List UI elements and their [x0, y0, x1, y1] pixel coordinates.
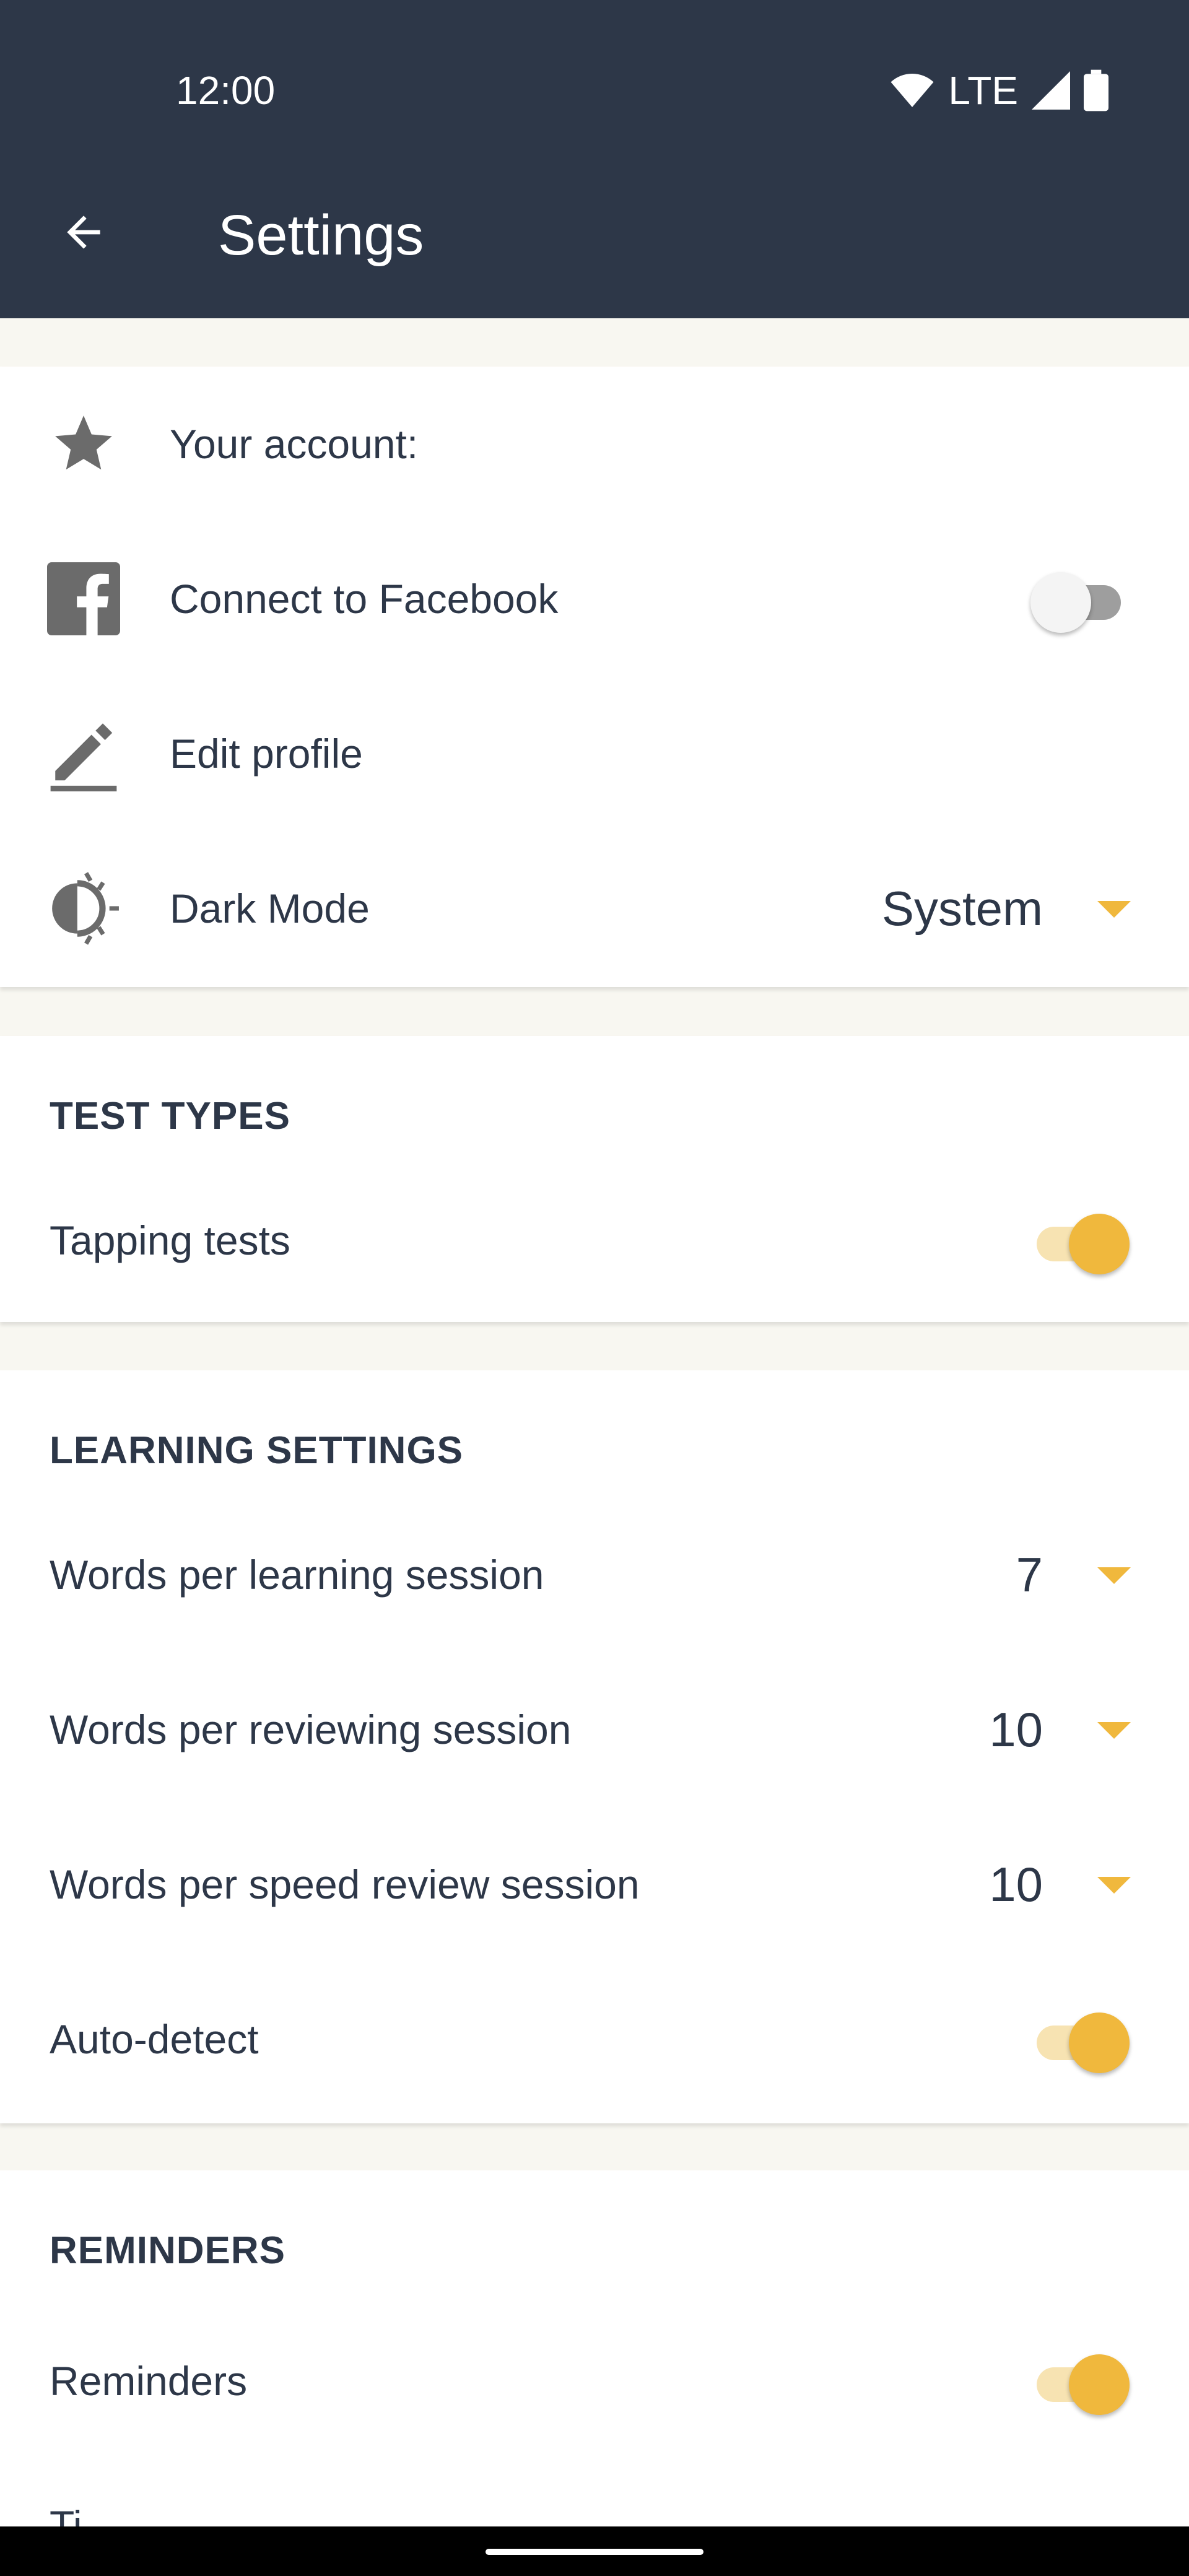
auto-detect-toggle[interactable]: [1030, 2008, 1135, 2073]
learning-settings-title: LEARNING SETTINGS: [50, 1429, 464, 1472]
account-card: Your account: Connect to Facebook Edit p…: [0, 367, 1189, 987]
tapping-tests-row[interactable]: Tapping tests: [0, 1203, 1189, 1277]
test-types-title: TEST TYPES: [50, 1095, 290, 1138]
battery-icon: [1084, 69, 1108, 111]
reminders-title: REMINDERS: [50, 2229, 286, 2272]
words-per-speed-review-label: Words per speed review session: [50, 1861, 640, 1907]
status-time: 12:00: [176, 68, 276, 113]
connect-facebook-row[interactable]: Connect to Facebook: [0, 559, 1189, 639]
app-header: 12:00 LTE Settings: [0, 0, 1189, 318]
back-arrow-icon: [67, 215, 100, 249]
reminders-row[interactable]: Reminders: [0, 2344, 1189, 2418]
edit-profile-label: Edit profile: [170, 731, 363, 777]
pencil-icon: [46, 716, 121, 791]
toggle-thumb: [1069, 2354, 1130, 2415]
words-per-reviewing-dropdown[interactable]: 10: [894, 1699, 1043, 1760]
words-per-learning-label: Words per learning session: [50, 1552, 544, 1598]
reminders-toggle[interactable]: [1030, 2350, 1135, 2415]
your-account-row: Your account:: [0, 404, 1189, 484]
words-per-learning-row[interactable]: Words per learning session 7: [0, 1538, 1189, 1612]
dropdown-caret-icon[interactable]: [1097, 1567, 1131, 1584]
back-button[interactable]: [50, 198, 118, 266]
auto-detect-row[interactable]: Auto-detect: [0, 2002, 1189, 2076]
tapping-tests-label: Tapping tests: [50, 1217, 290, 1263]
auto-detect-label: Auto-detect: [50, 2016, 259, 2062]
words-per-speed-review-dropdown[interactable]: 10: [894, 1853, 1043, 1915]
learning-settings-card: LEARNING SETTINGS Words per learning ses…: [0, 1370, 1189, 2123]
cell-signal-icon: [1032, 71, 1070, 110]
edit-profile-row[interactable]: Edit profile: [0, 713, 1189, 794]
page-title: Settings: [218, 204, 424, 267]
dark-mode-dropdown[interactable]: System: [733, 877, 1043, 939]
wifi-icon: [891, 74, 934, 107]
dropdown-caret-icon[interactable]: [1097, 901, 1131, 918]
dark-mode-icon: [46, 871, 121, 946]
network-type-label: LTE: [948, 68, 1018, 113]
tapping-tests-toggle[interactable]: [1030, 1209, 1135, 1274]
test-types-card: TEST TYPES Tapping tests: [0, 1036, 1189, 1322]
words-per-learning-dropdown[interactable]: 7: [894, 1544, 1043, 1606]
toggle-thumb: [1030, 572, 1091, 633]
home-gesture-pill[interactable]: [486, 2549, 703, 2555]
words-per-reviewing-row[interactable]: Words per reviewing session 10: [0, 1692, 1189, 1767]
reminders-card: REMINDERS Reminders: [0, 2170, 1189, 2576]
your-account-label: Your account:: [170, 421, 419, 467]
toggle-thumb: [1069, 1214, 1130, 1274]
status-icons: LTE: [890, 67, 1108, 114]
dropdown-caret-icon[interactable]: [1097, 1722, 1131, 1739]
reminders-label: Reminders: [50, 2358, 248, 2404]
facebook-toggle[interactable]: [1030, 568, 1135, 633]
dropdown-caret-icon[interactable]: [1097, 1877, 1131, 1894]
toggle-thumb: [1069, 2012, 1130, 2073]
dark-mode-label: Dark Mode: [170, 886, 370, 931]
connect-facebook-label: Connect to Facebook: [170, 576, 559, 622]
dark-mode-row[interactable]: Dark Mode System: [0, 868, 1189, 949]
facebook-icon: [46, 561, 121, 637]
settings-screen: 12:00 LTE Settings Your account: Connect…: [0, 0, 1189, 2576]
words-per-speed-review-row[interactable]: Words per speed review session 10: [0, 1847, 1189, 1921]
star-icon: [46, 406, 121, 482]
words-per-reviewing-label: Words per reviewing session: [50, 1707, 572, 1752]
